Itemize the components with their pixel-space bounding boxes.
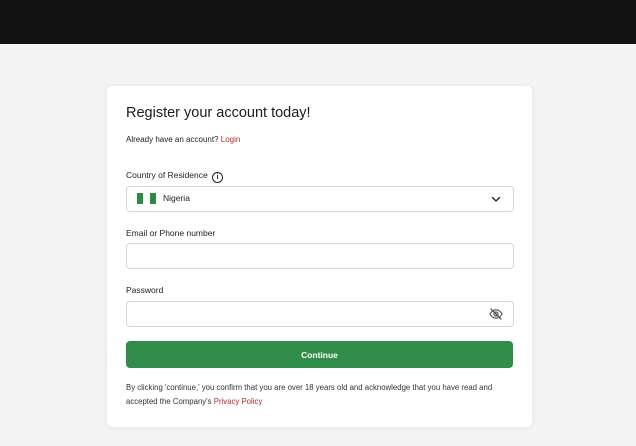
- nigeria-flag-icon: [137, 193, 156, 204]
- info-icon[interactable]: i: [212, 172, 224, 183]
- country-select[interactable]: Nigeria: [126, 186, 514, 212]
- page-title: Register your account today!: [126, 105, 311, 121]
- chevron-down-icon: [491, 196, 501, 202]
- email-label: Email or Phone number: [126, 228, 216, 238]
- country-select-value: Nigeria: [163, 193, 190, 203]
- login-prompt: Already have an account? Login: [126, 135, 240, 144]
- email-field[interactable]: [126, 243, 514, 269]
- terms-body: By clicking 'continue,' you confirm that…: [126, 383, 493, 406]
- login-link[interactable]: Login: [221, 135, 241, 144]
- privacy-policy-link[interactable]: Privacy Policy: [214, 397, 263, 406]
- password-field[interactable]: [126, 301, 514, 327]
- country-label: Country of Residence i: [126, 170, 224, 183]
- top-header-bar: [0, 0, 636, 44]
- password-label: Password: [126, 285, 164, 295]
- country-label-text: Country of Residence: [126, 170, 208, 180]
- eye-off-icon[interactable]: [489, 308, 503, 320]
- register-card: Register your account today! Already hav…: [107, 86, 532, 427]
- terms-text: By clicking 'continue,' you confirm that…: [126, 381, 521, 409]
- continue-button[interactable]: Continue: [126, 341, 513, 368]
- login-prompt-text: Already have an account?: [126, 135, 219, 144]
